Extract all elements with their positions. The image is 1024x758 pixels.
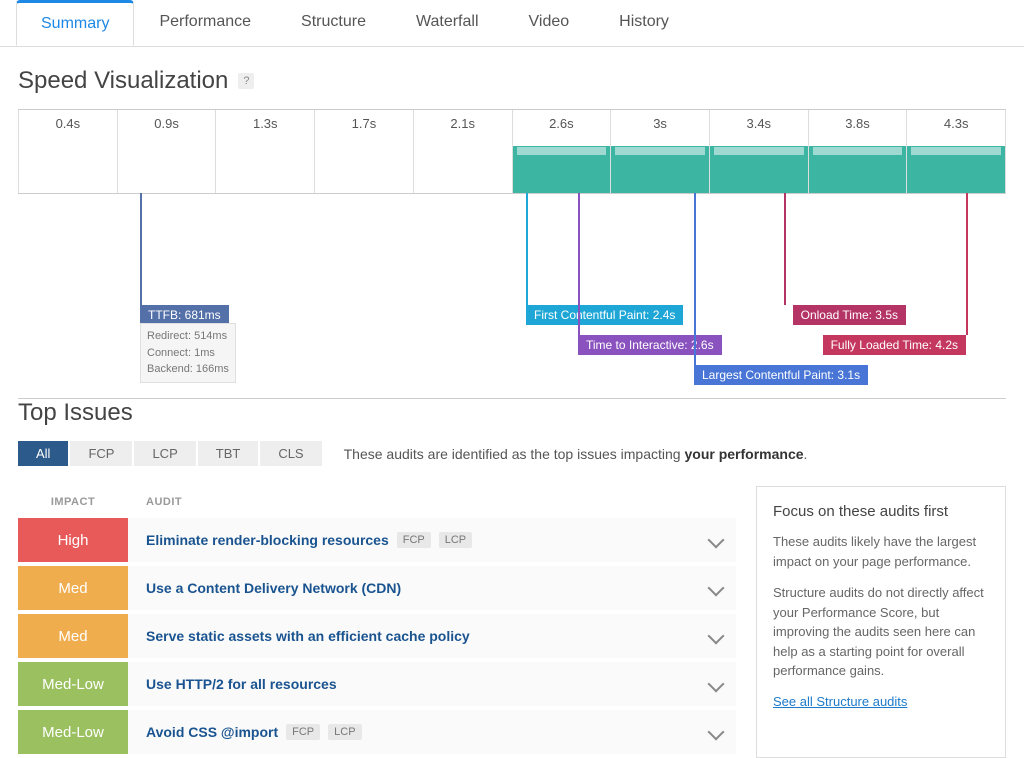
flt-marker: Fully Loaded Time: 4.2s (823, 335, 966, 355)
issue-row[interactable]: Med Use a Content Delivery Network (CDN) (18, 566, 736, 610)
timeline-time: 1.7s (314, 110, 413, 137)
timeline-time: 0.4s (18, 110, 117, 137)
speed-visualization: 0.4s0.9s1.3s1.7s2.1s2.6s3s3.4s3.8s4.3s T… (18, 109, 1006, 399)
expand-button[interactable] (696, 662, 736, 706)
timeline-frame (215, 137, 314, 193)
issue-filters: AllFCPLCPTBTCLS These audits are identif… (18, 441, 1006, 466)
timeline-frame (117, 137, 216, 193)
expand-button[interactable] (696, 566, 736, 610)
focus-panel: Focus on these audits first These audits… (756, 486, 1006, 758)
metric-tag: FCP (397, 532, 431, 548)
expand-button[interactable] (696, 518, 736, 562)
filter-description: These audits are identified as the top i… (344, 446, 808, 462)
timeline-time: 3.4s (709, 110, 808, 137)
filter-fcp[interactable]: FCP (70, 441, 132, 466)
impact-badge: High (18, 518, 128, 562)
metric-tag: FCP (286, 724, 320, 740)
metric-tag: LCP (328, 724, 361, 740)
expand-button[interactable] (696, 614, 736, 658)
tti-marker-line (578, 193, 580, 335)
ttfb-marker: TTFB: 681ms (140, 305, 229, 325)
tab-video[interactable]: Video (504, 0, 595, 46)
ttfb-marker-line (140, 193, 142, 305)
top-issues-heading: Top Issues (18, 399, 1006, 427)
timeline-time: 4.3s (906, 110, 1006, 137)
expand-button[interactable] (696, 710, 736, 754)
timeline-time: 0.9s (117, 110, 216, 137)
focus-panel-p2: Structure audits do not directly affect … (773, 583, 989, 681)
issue-row[interactable]: Med-Low Use HTTP/2 for all resources (18, 662, 736, 706)
issue-row[interactable]: Med-Low Avoid CSS @import FCP LCP (18, 710, 736, 754)
audit-title: Use HTTP/2 for all resources (146, 676, 337, 692)
fcp-marker-line (526, 193, 528, 305)
onload-marker-line (784, 193, 786, 305)
lcp-marker-line (694, 193, 696, 365)
timeline-time: 2.6s (512, 110, 611, 137)
flt-marker-line (966, 193, 968, 335)
audit-title: Use a Content Delivery Network (CDN) (146, 580, 401, 596)
impact-badge: Med-Low (18, 662, 128, 706)
onload-marker: Onload Time: 3.5s (793, 305, 906, 325)
help-icon[interactable]: ? (238, 73, 254, 89)
timeline-time: 3.8s (808, 110, 907, 137)
tab-waterfall[interactable]: Waterfall (391, 0, 504, 46)
timeline-frame (610, 137, 709, 193)
fcp-marker: First Contentful Paint: 2.4s (526, 305, 683, 325)
timeline-frame (709, 137, 808, 193)
tab-summary[interactable]: Summary (16, 0, 134, 46)
filter-all[interactable]: All (18, 441, 68, 466)
audit-title: Eliminate render-blocking resources (146, 532, 389, 548)
filter-cls[interactable]: CLS (260, 441, 321, 466)
audit-title: Serve static assets with an efficient ca… (146, 628, 470, 644)
timeline-frame (18, 137, 117, 193)
metric-tag: LCP (439, 532, 472, 548)
tab-history[interactable]: History (594, 0, 694, 46)
col-header-audit: AUDIT (128, 496, 182, 508)
timeline-frame (314, 137, 413, 193)
issue-row[interactable]: High Eliminate render-blocking resources F… (18, 518, 736, 562)
tti-marker: Time to Interactive: 2.6s (578, 335, 722, 355)
lcp-marker: Largest Contentful Paint: 3.1s (694, 365, 868, 385)
timeline-frame (906, 137, 1006, 193)
timeline-frame (808, 137, 907, 193)
audit-title: Avoid CSS @import (146, 724, 278, 740)
chevron-down-icon (708, 532, 725, 549)
focus-panel-p1: These audits likely have the largest imp… (773, 532, 989, 571)
see-all-structure-link[interactable]: See all Structure audits (773, 694, 907, 709)
filter-tbt[interactable]: TBT (198, 441, 259, 466)
issue-row[interactable]: Med Serve static assets with an efficient… (18, 614, 736, 658)
chevron-down-icon (708, 628, 725, 645)
chevron-down-icon (708, 676, 725, 693)
tab-performance[interactable]: Performance (134, 0, 276, 46)
filter-lcp[interactable]: LCP (134, 441, 195, 466)
impact-badge: Med (18, 614, 128, 658)
timeline-frame (512, 137, 611, 193)
timeline-time: 1.3s (215, 110, 314, 137)
ttfb-details: Redirect: 514msConnect: 1msBackend: 166m… (140, 323, 236, 383)
timeline-time: 3s (610, 110, 709, 137)
impact-badge: Med-Low (18, 710, 128, 754)
chevron-down-icon (708, 580, 725, 597)
tabs-bar: SummaryPerformanceStructureWaterfallVide… (0, 0, 1024, 47)
timeline-frame (413, 137, 512, 193)
issues-table: IMPACT AUDIT High Eliminate render-blocki… (18, 486, 736, 758)
impact-badge: Med (18, 566, 128, 610)
speed-viz-heading: Speed Visualization ? (18, 67, 1006, 95)
focus-panel-title: Focus on these audits first (773, 503, 989, 520)
tab-structure[interactable]: Structure (276, 0, 391, 46)
timeline-time: 2.1s (413, 110, 512, 137)
col-header-impact: IMPACT (18, 496, 128, 508)
chevron-down-icon (708, 724, 725, 741)
